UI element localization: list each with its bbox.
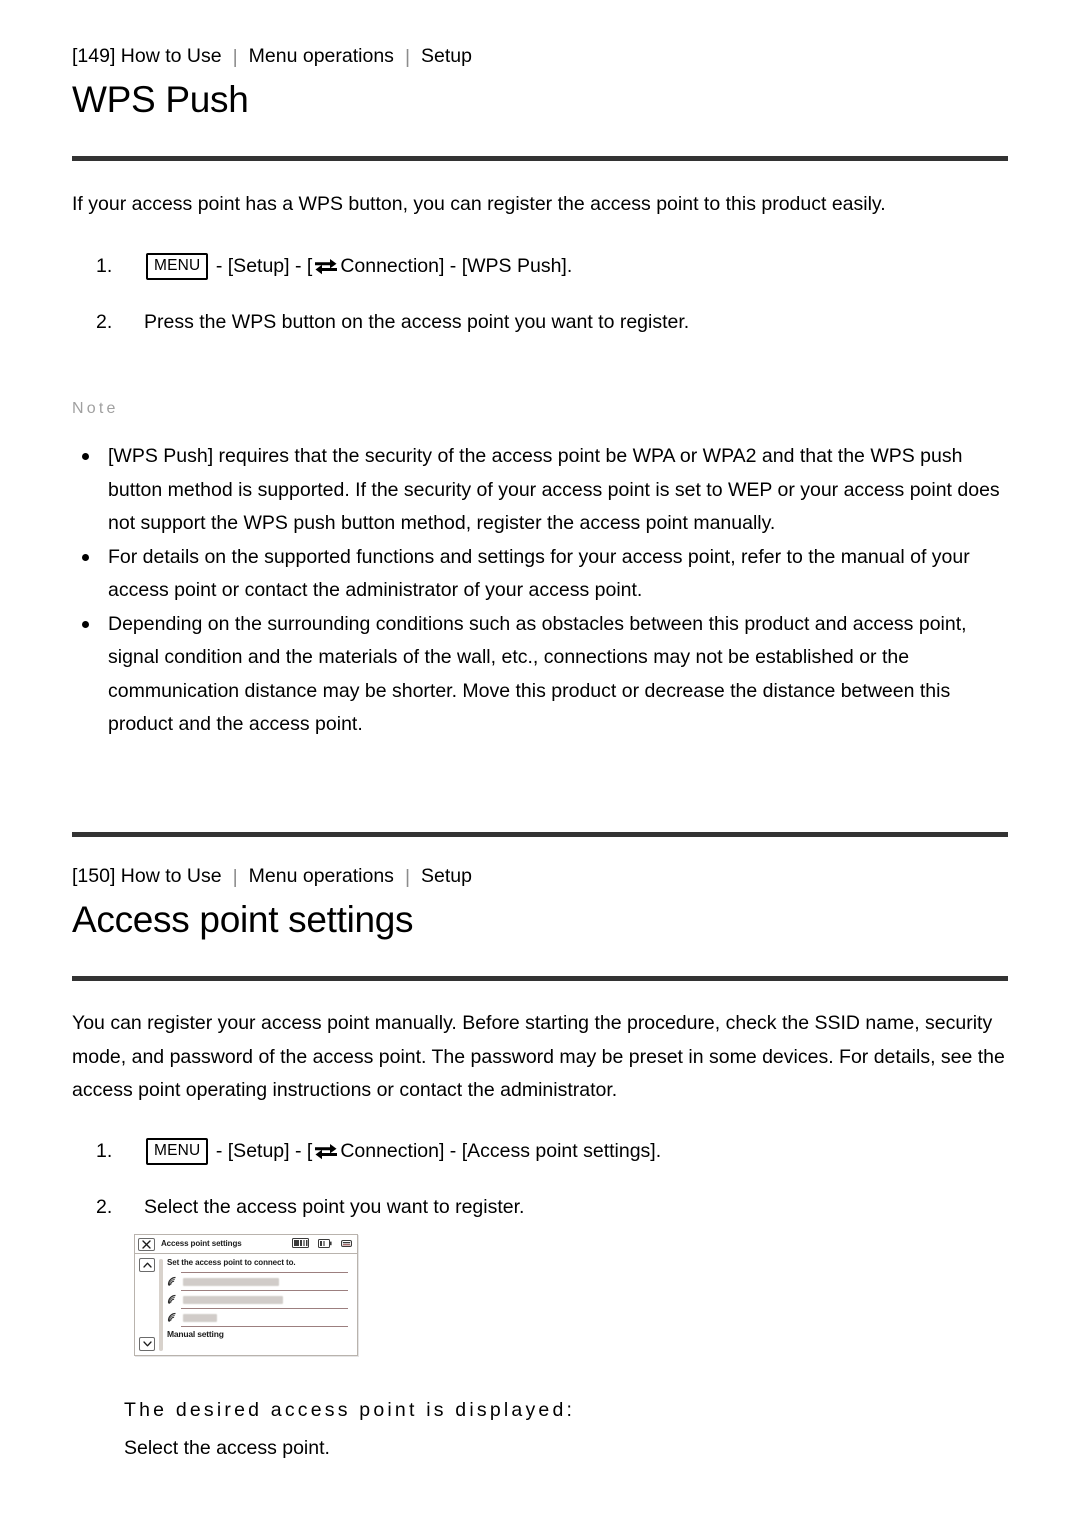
breadcrumb-item-how-to-use: How to Use [120,865,222,887]
note-item: [WPS Push] requires that the security of… [72,440,1008,541]
wifi-signal-icon [167,1294,178,1306]
breadcrumb-id: [150] [72,865,116,887]
menu-button-key[interactable]: MENU [146,253,209,280]
close-icon[interactable] [138,1237,155,1251]
breadcrumb-item-setup: Setup [421,45,472,67]
scroll-up-icon[interactable] [139,1258,155,1272]
step-item: 2. Press the WPS button on the access po… [96,306,1008,340]
breadcrumb-separator: | [232,866,238,888]
connection-arrows-icon [313,1138,339,1160]
dialog-titlebar: Access point settings [135,1235,357,1254]
section-150-intro: You can register your access point manua… [72,1007,1008,1108]
list-item[interactable] [167,1309,348,1326]
section-150-subblock: The desired access point is displayed: S… [124,1395,1008,1466]
title-divider [72,155,1008,161]
steps-list: 1. MENU - [Setup] - [ Connection] - [Acce… [96,1135,1008,1224]
breadcrumb: [150] How to Use | Menu operations | Setup [72,864,1008,889]
scroll-down-icon[interactable] [139,1337,155,1351]
dialog-body: Set the access point to connect to. Manu… [135,1254,357,1355]
section-divider-wrap [72,832,1008,837]
step-number: 1. [96,1140,113,1162]
note-item: For details on the supported functions a… [72,541,1008,608]
intro-paragraph: If your access point has a WPS button, y… [72,193,886,215]
subheading: The desired access point is displayed: [124,1399,576,1421]
step-text-before-icon: - [Setup] - [ [210,255,313,277]
step-item: 2. Select the access point you want to r… [96,1191,1008,1225]
list-divider [181,1326,348,1327]
section-149: [149] How to Use | Menu operations | Setup W… [72,44,1008,161]
ssid-label [183,1277,279,1286]
section-divider [72,832,1008,837]
ssid-label [183,1313,217,1322]
step-text: Press the WPS button on the access point… [144,310,690,333]
page-title: Access point settings [72,899,414,941]
breadcrumb-separator: | [404,46,411,68]
step-text-after-icon: Connection] - [Access point settings]. [340,1140,662,1162]
breadcrumb: [149] How to Use | Menu operations | Setup [72,44,1008,69]
manual-setting-item[interactable]: Manual setting [167,1330,348,1339]
battery-icon [318,1238,332,1250]
dialog-title: Access point settings [161,1239,242,1248]
note-item: Depending on the surrounding conditions … [72,608,1008,742]
camera-screenshot-wrap: Access point settings Set the access poi… [72,1234,1008,1356]
step-number: 2. [96,310,113,333]
breadcrumb-item-menu-operations: Menu operations [248,865,394,887]
menu-button-key[interactable]: MENU [146,1138,209,1165]
step-text-after-icon: Connection] - [WPS Push]. [340,255,573,277]
step-text-before-icon: - [Setup] - [ [210,1140,313,1162]
dialog-prompt: Set the access point to connect to. [167,1258,296,1267]
list-item[interactable] [167,1273,348,1290]
note-block-149: Note [WPS Push] requires that the securi… [72,400,1008,742]
access-point-settings-dialog: Access point settings Set the access poi… [134,1234,358,1356]
step-number: 2. [96,1195,113,1218]
wifi-signal-icon [167,1312,178,1324]
section-150-steps: 1. MENU - [Setup] - [ Connection] - [Acce… [96,1135,1008,1224]
wifi-signal-icon [167,1276,178,1288]
list-item[interactable] [167,1291,348,1308]
page-title: WPS Push [72,79,249,121]
title-divider [72,975,1008,981]
section-149-steps: 1. MENU - [Setup] - [ Connection] - [WPS … [96,250,1008,339]
scrollbar-track[interactable] [159,1259,163,1351]
note-list: [WPS Push] requires that the security of… [72,440,1008,742]
breadcrumb-item-menu-operations: Menu operations [248,45,394,67]
step-item: 1. MENU - [Setup] - [ Connection] - [WPS … [96,250,1008,284]
ssid-label [183,1295,283,1304]
record-media-icon [341,1239,352,1250]
breadcrumb-separator: | [232,46,238,68]
intro-paragraph: You can register your access point manua… [72,1012,1005,1102]
breadcrumb-separator: | [404,866,411,888]
media-card-icon [292,1238,309,1250]
steps-list: 1. MENU - [Setup] - [ Connection] - [WPS … [96,250,1008,339]
document-page: [149] How to Use | Menu operations | Setup W… [0,0,1080,1528]
access-point-list: Set the access point to connect to. Manu… [167,1254,357,1355]
breadcrumb-item-setup: Setup [421,865,472,887]
dialog-scroll-controls [135,1254,159,1355]
note-label: Note [72,400,119,417]
breadcrumb-item-how-to-use: How to Use [120,45,222,67]
step-item: 1. MENU - [Setup] - [ Connection] - [Acce… [96,1135,1008,1169]
section-149-intro: If your access point has a WPS button, y… [72,188,1008,222]
subtext: Select the access point. [124,1437,330,1460]
breadcrumb-id: [149] [72,45,116,67]
step-number: 1. [96,255,113,277]
step-text: Select the access point you want to regi… [144,1195,525,1218]
section-150: [150] How to Use | Menu operations | Setup A… [72,864,1008,981]
status-icon-group [292,1238,352,1250]
connection-arrows-icon [313,253,339,275]
